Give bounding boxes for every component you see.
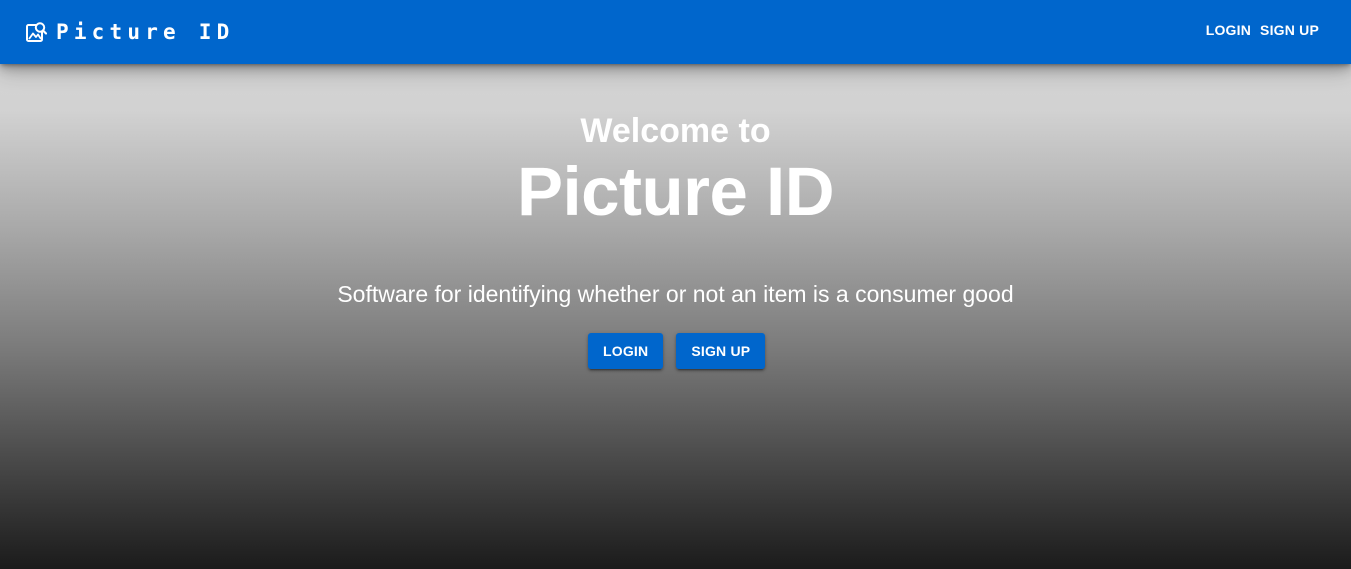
app-bar: Picture ID LOGIN SIGN UP bbox=[0, 0, 1351, 64]
nav-login-button[interactable]: LOGIN bbox=[1206, 22, 1251, 38]
brand-name: Picture ID bbox=[56, 20, 235, 44]
cta-buttons: LOGIN SIGN UP bbox=[588, 333, 766, 369]
tagline: Software for identifying whether or not … bbox=[337, 281, 1014, 307]
login-button[interactable]: LOGIN bbox=[588, 333, 664, 369]
welcome-heading: Welcome to bbox=[580, 112, 771, 150]
top-nav: LOGIN SIGN UP bbox=[1206, 22, 1319, 38]
nav-signup-button[interactable]: SIGN UP bbox=[1260, 22, 1319, 38]
signup-button[interactable]: SIGN UP bbox=[676, 333, 766, 369]
image-search-icon bbox=[25, 21, 47, 43]
brand[interactable]: Picture ID bbox=[25, 20, 234, 44]
page-title: Picture ID bbox=[516, 153, 835, 230]
